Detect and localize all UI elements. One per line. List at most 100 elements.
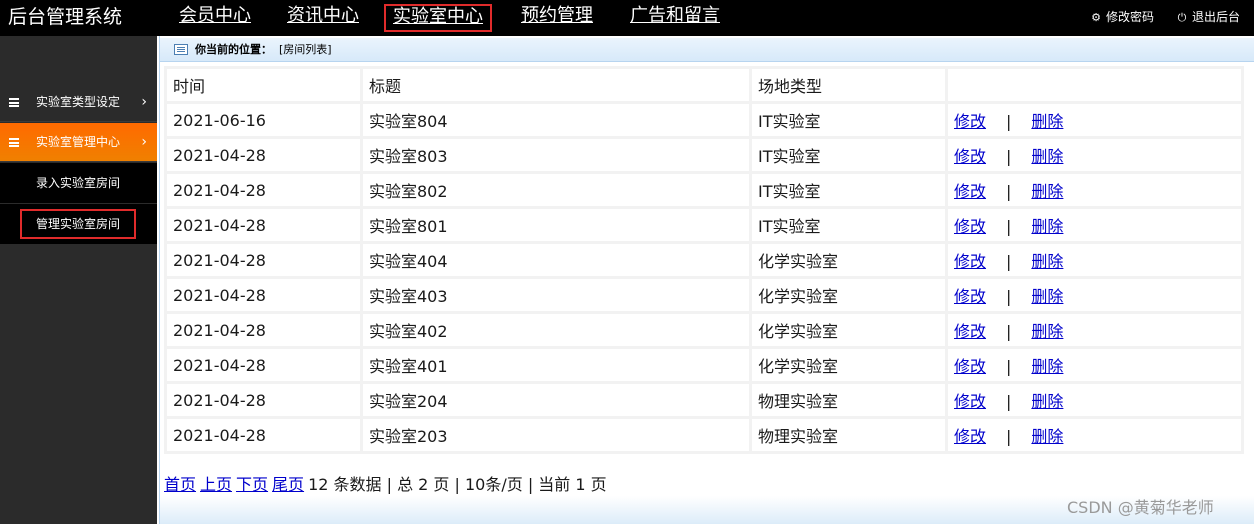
delete-link[interactable]: 删除 bbox=[1031, 322, 1063, 341]
cell-actions: 修改 | 删除 bbox=[948, 349, 1241, 381]
edit-link[interactable]: 修改 bbox=[954, 252, 986, 271]
cell-actions: 修改 | 删除 bbox=[948, 209, 1241, 241]
column-header-title: 标题 bbox=[363, 69, 749, 101]
nav-ads-and-messages[interactable]: 广告和留言 bbox=[627, 4, 723, 32]
nav-lab-center[interactable]: 实验室中心 bbox=[384, 4, 492, 32]
delete-link[interactable]: 删除 bbox=[1031, 252, 1063, 271]
cell-time: 2021-04-28 bbox=[167, 349, 360, 381]
action-separator: | bbox=[1006, 322, 1012, 341]
sidebar-item-lab-management-center[interactable]: 实验室管理中心 › bbox=[0, 123, 157, 162]
cell-title: 实验室404 bbox=[363, 244, 749, 276]
delete-link[interactable]: 删除 bbox=[1031, 287, 1063, 306]
action-separator: | bbox=[1006, 147, 1012, 166]
cell-actions: 修改 | 删除 bbox=[948, 384, 1241, 416]
cell-title: 实验室401 bbox=[363, 349, 749, 381]
first-page-link[interactable]: 首页 bbox=[164, 475, 196, 494]
cell-actions: 修改 | 删除 bbox=[948, 104, 1241, 136]
delete-link[interactable]: 删除 bbox=[1031, 427, 1063, 446]
cell-time: 2021-04-28 bbox=[167, 279, 360, 311]
cell-time: 2021-04-28 bbox=[167, 139, 360, 171]
sidebar-item-label: 实验室类型设定 bbox=[36, 95, 121, 109]
room-list-table: 时间 标题 场地类型 2021-06-16 实验室804 IT实验室 修改 | 删除 202… bbox=[164, 66, 1244, 454]
cell-actions: 修改 | 删除 bbox=[948, 419, 1241, 451]
edit-link[interactable]: 修改 bbox=[954, 322, 986, 341]
edit-link[interactable]: 修改 bbox=[954, 392, 986, 411]
table-row: 2021-06-16 实验室804 IT实验室 修改 | 删除 bbox=[167, 104, 1241, 136]
sidebar-item-lab-type-settings[interactable]: 实验室类型设定 › bbox=[0, 83, 157, 122]
top-bar: 后台管理系统 会员中心 资讯中心 实验室中心 预约管理 广告和留言 ⚙ 修改密码 … bbox=[0, 0, 1254, 36]
table-row: 2021-04-28 实验室404 化学实验室 修改 | 删除 bbox=[167, 244, 1241, 276]
power-icon: ⏻ bbox=[1177, 11, 1187, 24]
sidebar-item-manage-lab-rooms[interactable]: 管理实验室房间 bbox=[0, 204, 157, 244]
edit-link[interactable]: 修改 bbox=[954, 112, 986, 131]
sidebar-item-add-lab-room[interactable]: 录入实验室房间 bbox=[0, 163, 157, 203]
table-header-row: 时间 标题 场地类型 bbox=[167, 69, 1241, 101]
action-separator: | bbox=[1006, 252, 1012, 271]
action-separator: | bbox=[1006, 287, 1012, 306]
change-password-link[interactable]: ⚙ 修改密码 bbox=[1090, 9, 1154, 26]
table-row: 2021-04-28 实验室803 IT实验室 修改 | 删除 bbox=[167, 139, 1241, 171]
edit-link[interactable]: 修改 bbox=[954, 287, 986, 306]
cell-time: 2021-04-28 bbox=[167, 419, 360, 451]
delete-link[interactable]: 删除 bbox=[1031, 357, 1063, 376]
delete-link[interactable]: 删除 bbox=[1031, 217, 1063, 236]
app-title: 后台管理系统 bbox=[8, 6, 123, 28]
delete-link[interactable]: 删除 bbox=[1031, 392, 1063, 411]
cell-time: 2021-04-28 bbox=[167, 209, 360, 241]
cell-time: 2021-04-28 bbox=[167, 244, 360, 276]
cell-venue-type: 化学实验室 bbox=[752, 279, 945, 311]
column-header-venue-type: 场地类型 bbox=[752, 69, 945, 101]
table-row: 2021-04-28 实验室801 IT实验室 修改 | 删除 bbox=[167, 209, 1241, 241]
cell-actions: 修改 | 删除 bbox=[948, 279, 1241, 311]
table-row: 2021-04-28 实验室204 物理实验室 修改 | 删除 bbox=[167, 384, 1241, 416]
delete-link[interactable]: 删除 bbox=[1031, 147, 1063, 166]
edit-link[interactable]: 修改 bbox=[954, 182, 986, 201]
cell-time: 2021-04-28 bbox=[167, 174, 360, 206]
action-separator: | bbox=[1006, 217, 1012, 236]
cell-venue-type: 化学实验室 bbox=[752, 244, 945, 276]
action-separator: | bbox=[1006, 392, 1012, 411]
action-separator: | bbox=[1006, 427, 1012, 446]
nav-member-center[interactable]: 会员中心 bbox=[176, 4, 254, 32]
cell-venue-type: 化学实验室 bbox=[752, 314, 945, 346]
delete-link[interactable]: 删除 bbox=[1031, 182, 1063, 201]
action-separator: | bbox=[1006, 357, 1012, 376]
cell-title: 实验室801 bbox=[363, 209, 749, 241]
sidebar-item-label: 录入实验室房间 bbox=[36, 176, 121, 190]
nav-news-center[interactable]: 资讯中心 bbox=[284, 4, 362, 32]
action-separator: | bbox=[1006, 112, 1012, 131]
cell-actions: 修改 | 删除 bbox=[948, 244, 1241, 276]
breadcrumb-value: [房间列表] bbox=[279, 43, 332, 56]
cell-title: 实验室203 bbox=[363, 419, 749, 451]
column-header-actions bbox=[948, 69, 1241, 101]
breadcrumb-label: 你当前的位置： bbox=[195, 43, 272, 56]
last-page-link[interactable]: 尾页 bbox=[272, 475, 304, 494]
cell-title: 实验室403 bbox=[363, 279, 749, 311]
edit-link[interactable]: 修改 bbox=[954, 427, 986, 446]
action-separator: | bbox=[1006, 182, 1012, 201]
column-header-time: 时间 bbox=[167, 69, 360, 101]
cell-venue-type: IT实验室 bbox=[752, 209, 945, 241]
table-row: 2021-04-28 实验室402 化学实验室 修改 | 删除 bbox=[167, 314, 1241, 346]
cell-actions: 修改 | 删除 bbox=[948, 174, 1241, 206]
cell-actions: 修改 | 删除 bbox=[948, 314, 1241, 346]
breadcrumb: 你当前的位置： [房间列表] bbox=[160, 38, 1254, 62]
logout-link[interactable]: ⏻ 退出后台 bbox=[1176, 9, 1240, 26]
edit-link[interactable]: 修改 bbox=[954, 147, 986, 166]
edit-link[interactable]: 修改 bbox=[954, 217, 986, 236]
cell-venue-type: 物理实验室 bbox=[752, 419, 945, 451]
sidebar: 实验室类型设定 › 实验室管理中心 › 录入实验室房间 管理实验室房间 bbox=[0, 36, 157, 524]
menu-icon bbox=[9, 98, 19, 107]
table-row: 2021-04-28 实验室403 化学实验室 修改 | 删除 bbox=[167, 279, 1241, 311]
gear-icon: ⚙ bbox=[1091, 11, 1101, 24]
cell-time: 2021-04-28 bbox=[167, 314, 360, 346]
next-page-link[interactable]: 下页 bbox=[236, 475, 268, 494]
edit-link[interactable]: 修改 bbox=[954, 357, 986, 376]
pagination-summary: 12 条数据 | 总 2 页 | 10条/页 | 当前 1 页 bbox=[308, 475, 607, 494]
prev-page-link[interactable]: 上页 bbox=[200, 475, 232, 494]
delete-link[interactable]: 删除 bbox=[1031, 112, 1063, 131]
chevron-right-icon: › bbox=[141, 94, 147, 110]
change-password-label: 修改密码 bbox=[1106, 10, 1155, 24]
nav-booking-management[interactable]: 预约管理 bbox=[518, 4, 596, 32]
chevron-right-icon: › bbox=[141, 134, 147, 150]
